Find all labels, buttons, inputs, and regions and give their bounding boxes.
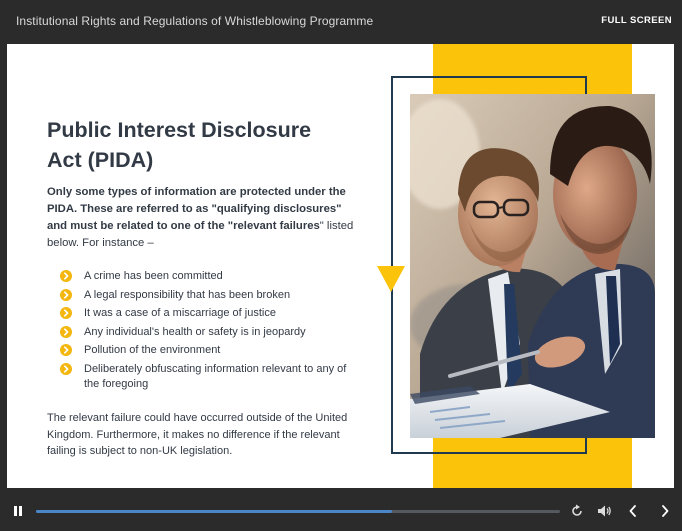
list-item-text: Pollution of the environment: [84, 344, 221, 356]
list-item: Deliberately obfuscating information rel…: [60, 362, 360, 392]
player-controls-bar: [0, 488, 682, 531]
chevron-right-icon[interactable]: [659, 504, 671, 518]
list-item: A legal responsibility that has been bro…: [60, 288, 360, 303]
chevron-left-icon[interactable]: [627, 504, 639, 518]
chevron-right-icon: [60, 307, 72, 319]
intro-bold-text: Only some types of information are prote…: [47, 186, 346, 232]
list-item: Pollution of the environment: [60, 343, 360, 358]
triangle-down-icon: [377, 266, 405, 292]
replay-icon[interactable]: [570, 504, 584, 518]
progress-bar[interactable]: [36, 510, 560, 513]
fullscreen-button[interactable]: FULL SCREEN: [601, 15, 672, 26]
course-title: Institutional Rights and Regulations of …: [16, 14, 374, 28]
volume-icon[interactable]: [597, 504, 612, 518]
chevron-right-icon: [60, 288, 72, 301]
list-item-text: Any individual's health or safety is in …: [84, 325, 306, 338]
chevron-right-icon: [60, 325, 72, 338]
chevron-right-icon: [60, 344, 72, 356]
list-item-text: A legal responsibility that has been bro…: [84, 288, 291, 301]
businessmen-photo: [410, 94, 655, 438]
intro-paragraph: Only some types of information are prote…: [47, 184, 357, 252]
slide-heading: Public Interest Disclosure Act (PIDA): [47, 118, 312, 172]
list-item-text: It was a case of a miscarriage of justic…: [84, 307, 276, 319]
list-item-text: A crime has been committed: [84, 270, 223, 282]
list-item: Any individual's health or safety is in …: [60, 325, 360, 340]
chevron-right-icon: [60, 270, 72, 282]
chevron-right-icon: [60, 362, 72, 375]
slide-canvas: Public Interest Disclosure Act (PIDA) On…: [7, 44, 674, 488]
relevant-failures-list: A crime has been committed A legal respo…: [60, 269, 360, 395]
list-item: A crime has been committed: [60, 269, 360, 284]
player-top-bar: Institutional Rights and Regulations of …: [0, 0, 682, 44]
list-item: It was a case of a miscarriage of justic…: [60, 306, 360, 321]
closing-paragraph: The relevant failure could have occurred…: [47, 412, 348, 457]
progress-fill: [36, 510, 393, 513]
list-item-text: Deliberately obfuscating information rel…: [84, 362, 347, 390]
pause-icon[interactable]: [12, 505, 24, 517]
